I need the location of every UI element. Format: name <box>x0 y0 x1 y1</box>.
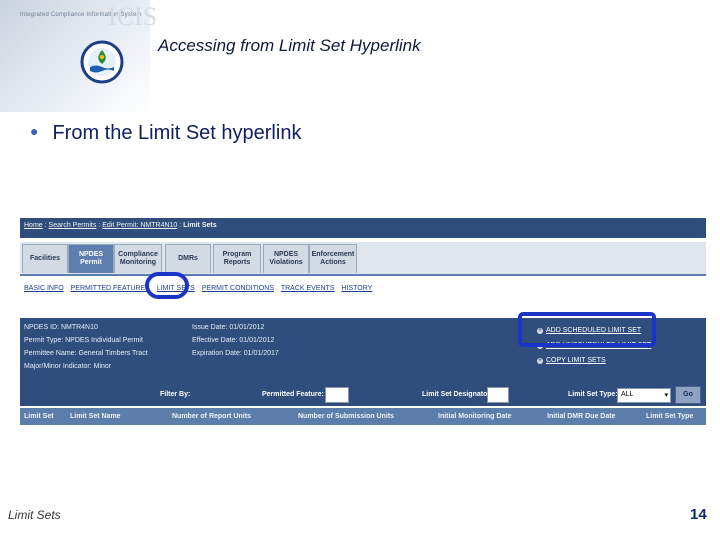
limit-set-table-header: Limit Set Limit Set Name Number of Repor… <box>20 408 706 425</box>
col-limit-set-type[interactable]: Limit Set Type <box>646 413 693 420</box>
subnav-permit-conditions[interactable]: PERMIT CONDITIONS <box>202 285 274 292</box>
permit-type: Permit Type: NPDES Individual Permit <box>24 337 143 344</box>
breadcrumb-bar: Home : Search Permits : Edit Permit: NMT… <box>20 218 706 238</box>
limit-set-type-label: Limit Set Type: <box>568 391 618 398</box>
module-tabs: Facilities NPDES Permit Compliance Monit… <box>20 242 706 274</box>
limit-set-designator-input[interactable] <box>487 387 509 403</box>
go-button[interactable]: Go <box>675 386 701 404</box>
tab-facilities[interactable]: Facilities <box>22 244 68 273</box>
permit-subnav: BASIC INFO PERMITTED FEATURES LIMIT SETS… <box>20 274 706 302</box>
footer-section-label: Limit Sets <box>8 508 61 522</box>
bullet-dot-icon: ● <box>30 123 39 139</box>
tab-npdes-violations[interactable]: NPDES Violations <box>263 244 309 273</box>
copy-limit-sets-link[interactable]: + COPY LIMIT SETS <box>537 357 606 364</box>
subnav-basic-info[interactable]: BASIC INFO <box>24 285 64 292</box>
breadcrumb-edit-permit[interactable]: Edit Permit: NMTR4N10 <box>102 222 177 229</box>
icis-watermark: ICIS <box>108 2 158 31</box>
page-number: 14 <box>690 506 707 523</box>
filter-by-label: Filter By: <box>160 391 191 398</box>
subnav-history[interactable]: HISTORY <box>341 285 372 292</box>
chevron-down-icon: ▾ <box>664 392 668 399</box>
major-minor-indicator: Major/Minor Indicator: Minor <box>24 363 112 370</box>
npdes-id: NPDES ID: NMTR4N10 <box>24 324 98 331</box>
breadcrumb: Home : Search Permits : Edit Permit: NMT… <box>24 222 217 229</box>
bullet-item: ● From the Limit Set hyperlink <box>30 122 301 145</box>
limit-set-type-value: ALL <box>621 391 634 398</box>
tab-enforcement-actions[interactable]: Enforcement Actions <box>309 244 357 273</box>
tab-npdes-permit[interactable]: NPDES Permit <box>68 244 114 273</box>
bullet-text: From the Limit Set hyperlink <box>52 122 302 144</box>
plus-icon: + <box>537 358 543 364</box>
col-initial-dmr-due-date[interactable]: Initial DMR Due Date <box>547 413 615 420</box>
col-number-of-report-units[interactable]: Number of Report Units <box>172 413 251 420</box>
issue-date: Issue Date: 01/01/2012 <box>192 324 265 331</box>
col-number-of-submission-units[interactable]: Number of Submission Units <box>298 413 394 420</box>
limit-set-type-select[interactable]: ALL ▾ <box>617 388 671 403</box>
permittee-name: Permittee Name: General Timbers Tract <box>24 350 148 357</box>
subnav-track-events[interactable]: TRACK EVENTS <box>281 285 335 292</box>
epa-seal-icon <box>80 40 124 84</box>
effective-date: Effective Date: 01/01/2012 <box>192 337 275 344</box>
permitted-feature-input[interactable] <box>325 387 349 403</box>
tab-dmrs[interactable]: DMRs <box>165 244 211 273</box>
permitted-feature-label: Permitted Feature: <box>262 391 324 398</box>
tab-program-reports[interactable]: Program Reports <box>213 244 261 273</box>
limit-set-designator-label: Limit Set Designator: <box>422 391 493 398</box>
tab-compliance-monitoring[interactable]: Compliance Monitoring <box>114 244 162 273</box>
subnav-permitted-features[interactable]: PERMITTED FEATURES <box>71 285 150 292</box>
slide-title: Accessing from Limit Set Hyperlink <box>158 36 421 55</box>
breadcrumb-home[interactable]: Home <box>24 222 43 229</box>
col-initial-monitoring-date[interactable]: Initial Monitoring Date <box>438 413 512 420</box>
subnav-links: BASIC INFO PERMITTED FEATURES LIMIT SETS… <box>24 285 377 292</box>
action-links-highlight-box <box>518 312 656 347</box>
col-limit-set[interactable]: Limit Set <box>24 413 54 420</box>
breadcrumb-search-permits[interactable]: Search Permits <box>49 222 97 229</box>
filter-bar: Filter By: Permitted Feature: Limit Set … <box>20 384 706 406</box>
copy-limit-sets-label[interactable]: COPY LIMIT SETS <box>546 357 606 364</box>
limit-sets-highlight-oval <box>145 272 189 299</box>
breadcrumb-current: Limit Sets <box>183 222 217 229</box>
expiration-date: Expiration Date: 01/01/2017 <box>192 350 279 357</box>
col-limit-set-name[interactable]: Limit Set Name <box>70 413 121 420</box>
